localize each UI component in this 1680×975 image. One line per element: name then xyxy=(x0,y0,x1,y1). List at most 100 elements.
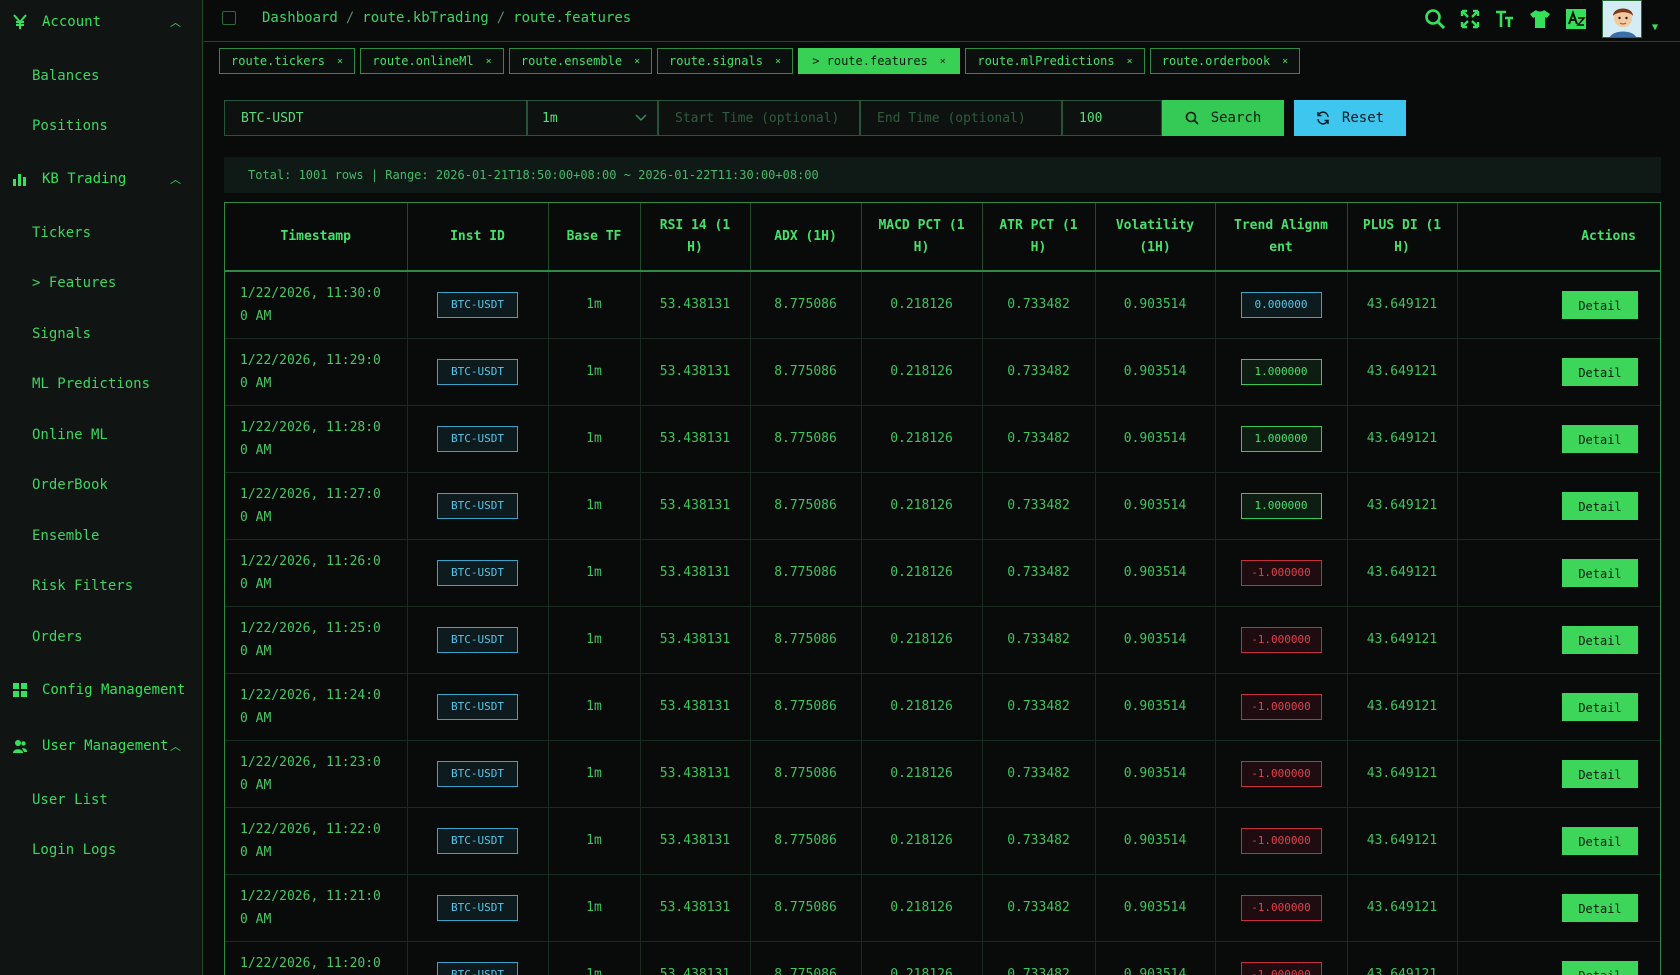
tab-ensemble[interactable]: route.ensemble × xyxy=(509,48,652,74)
detail-button[interactable]: Detail xyxy=(1562,826,1638,855)
sidebar-group-label: Config Management xyxy=(42,682,186,698)
base-tf-cell: 1m xyxy=(548,874,641,942)
detail-button[interactable]: Detail xyxy=(1562,759,1638,788)
table-row[interactable]: 1/22/2026, 11:29:0 0 AM BTC-USDT 1m 53.43813… xyxy=(225,338,1660,406)
start-time-field[interactable] xyxy=(658,100,860,136)
plus-di-cell: 43.649121 xyxy=(1347,472,1458,540)
table-row[interactable]: 1/22/2026, 11:26:0 0 AM BTC-USDT 1m 53.43813… xyxy=(225,539,1660,607)
sidebar-item-positions[interactable]: Positions xyxy=(0,108,203,144)
detail-button[interactable]: Detail xyxy=(1562,692,1638,721)
sidebar-item-ensemble[interactable]: Ensemble xyxy=(0,518,203,554)
sidebar-item-user-list[interactable]: User List xyxy=(0,782,203,818)
macd-pct-cell: 0.218126 xyxy=(861,740,983,808)
plus-di-cell: 43.649121 xyxy=(1347,338,1458,406)
close-icon[interactable]: × xyxy=(1282,56,1288,67)
sidebar-group-config-management[interactable]: Config Management xyxy=(0,670,203,710)
search-button[interactable]: Search xyxy=(1162,100,1284,136)
fullscreen-icon[interactable] xyxy=(1457,6,1483,32)
close-icon[interactable]: × xyxy=(337,56,343,67)
table-row[interactable]: 1/22/2026, 11:21:0 0 AM BTC-USDT 1m 53.43813… xyxy=(225,874,1660,942)
theme-shirt-icon[interactable] xyxy=(1527,6,1553,32)
detail-button[interactable]: Detail xyxy=(1562,960,1638,975)
volatility-cell: 0.903514 xyxy=(1095,271,1216,339)
end-time-field[interactable] xyxy=(860,100,1062,136)
macd-pct-cell: 0.218126 xyxy=(861,405,983,473)
table-row[interactable]: 1/22/2026, 11:27:0 0 AM BTC-USDT 1m 53.43813… xyxy=(225,472,1660,540)
sidebar-item-features[interactable]: > Features xyxy=(0,265,203,301)
trend-badge: 1.000000 xyxy=(1240,492,1322,519)
sidebar-item-ml-predictions[interactable]: ML Predictions xyxy=(0,366,203,402)
sidebar-group-user-management[interactable]: User Management ︿ xyxy=(0,726,203,766)
breadcrumb-item[interactable]: Dashboard xyxy=(262,10,338,26)
tab-ml-predictions[interactable]: route.mlPredictions × xyxy=(965,48,1145,74)
menu-toggle-icon[interactable] xyxy=(222,11,236,25)
table-row[interactable]: 1/22/2026, 11:30:0 0 AM BTC-USDT 1m 53.43813… xyxy=(225,271,1660,339)
chevron-down-icon xyxy=(635,111,647,127)
detail-button[interactable]: Detail xyxy=(1562,424,1638,453)
close-icon[interactable]: × xyxy=(940,56,946,67)
base-tf-cell: 1m xyxy=(548,405,641,473)
detail-button[interactable]: Detail xyxy=(1562,357,1638,386)
inst-id-cell: BTC-USDT xyxy=(407,807,549,875)
sidebar-item-tickers[interactable]: Tickers xyxy=(0,215,203,251)
sidebar-group-account[interactable]: Account ︿ xyxy=(0,2,203,42)
sidebar-item-login-logs[interactable]: Login Logs xyxy=(0,832,203,868)
reset-button[interactable]: Reset xyxy=(1294,100,1406,136)
breadcrumb-item[interactable]: route.kbTrading xyxy=(362,10,488,26)
limit-input[interactable] xyxy=(1077,109,1147,127)
font-size-icon[interactable] xyxy=(1491,6,1517,32)
caret-down-icon[interactable]: ▼ xyxy=(1652,22,1658,33)
tab-online-ml[interactable]: route.onlineMl × xyxy=(360,48,504,74)
table-row[interactable]: 1/22/2026, 11:20:00 AM BTC-USDT 1m53.43813… xyxy=(225,941,1660,975)
sidebar-item-online-ml[interactable]: Online ML xyxy=(0,417,203,453)
close-icon[interactable]: × xyxy=(486,56,492,67)
rsi-cell: 53.438131 xyxy=(640,941,751,975)
trend-badge: 0.000000 xyxy=(1240,291,1322,318)
close-icon[interactable]: × xyxy=(634,56,640,67)
detail-button[interactable]: Detail xyxy=(1562,558,1638,587)
trend-badge: -1.000000 xyxy=(1240,894,1322,921)
detail-button[interactable]: Detail xyxy=(1562,290,1638,319)
actions-cell: Detail xyxy=(1457,740,1660,808)
search-icon[interactable] xyxy=(1422,6,1448,32)
tab-signals[interactable]: route.signals × xyxy=(657,48,793,74)
table-row[interactable]: 1/22/2026, 11:28:0 0 AM BTC-USDT 1m 53.43813… xyxy=(225,405,1660,473)
sidebar-item-orderbook[interactable]: OrderBook xyxy=(0,467,203,503)
atr-pct-cell: 0.733482 xyxy=(982,539,1096,607)
close-icon[interactable]: × xyxy=(775,56,781,67)
tab-orderbook[interactable]: route.orderbook × xyxy=(1150,48,1300,74)
detail-button[interactable]: Detail xyxy=(1562,625,1638,654)
plus-di-cell: 43.649121 xyxy=(1347,874,1458,942)
sidebar-item-risk-filters[interactable]: Risk Filters xyxy=(0,568,203,604)
rsi-cell: 53.438131 xyxy=(640,338,751,406)
sidebar-item-balances[interactable]: Balances xyxy=(0,58,203,94)
tab-tickers[interactable]: route.tickers × xyxy=(219,48,355,74)
trend-badge: -1.000000 xyxy=(1240,693,1322,720)
close-icon[interactable]: × xyxy=(1127,56,1133,67)
inst-id-input[interactable] xyxy=(239,109,512,127)
avatar[interactable] xyxy=(1602,0,1642,38)
interval-select[interactable]: 1m xyxy=(527,100,658,136)
base-tf-cell: 1m xyxy=(548,807,641,875)
inst-id-badge: BTC-USDT xyxy=(437,559,518,586)
sidebar-item-signals[interactable]: Signals xyxy=(0,316,203,352)
tab-features[interactable]: > route.features × xyxy=(798,48,960,74)
inst-id-badge: BTC-USDT xyxy=(437,291,518,318)
sidebar-item-orders[interactable]: Orders xyxy=(0,619,203,655)
translate-icon[interactable] xyxy=(1563,6,1589,32)
detail-button[interactable]: Detail xyxy=(1562,893,1638,922)
detail-button[interactable]: Detail xyxy=(1562,491,1638,520)
sidebar-group-kb-trading[interactable]: KB Trading ︿ xyxy=(0,159,203,199)
search-icon xyxy=(1185,111,1199,125)
start-time-input[interactable] xyxy=(673,109,845,127)
limit-field[interactable] xyxy=(1062,100,1162,136)
end-time-input[interactable] xyxy=(875,109,1047,127)
table-row[interactable]: 1/22/2026, 11:22:0 0 AM BTC-USDT 1m 53.43813… xyxy=(225,807,1660,875)
actions-cell: Detail xyxy=(1457,673,1660,741)
inst-id-field[interactable] xyxy=(224,100,527,136)
table-row[interactable]: 1/22/2026, 11:23:0 0 AM BTC-USDT 1m 53.43813… xyxy=(225,740,1660,808)
rsi-cell: 53.438131 xyxy=(640,539,751,607)
table-row[interactable]: 1/22/2026, 11:24:0 0 AM BTC-USDT 1m 53.43813… xyxy=(225,673,1660,741)
table-row[interactable]: 1/22/2026, 11:25:0 0 AM BTC-USDT 1m 53.43813… xyxy=(225,606,1660,674)
column-header: ADX (1H) xyxy=(750,203,862,272)
